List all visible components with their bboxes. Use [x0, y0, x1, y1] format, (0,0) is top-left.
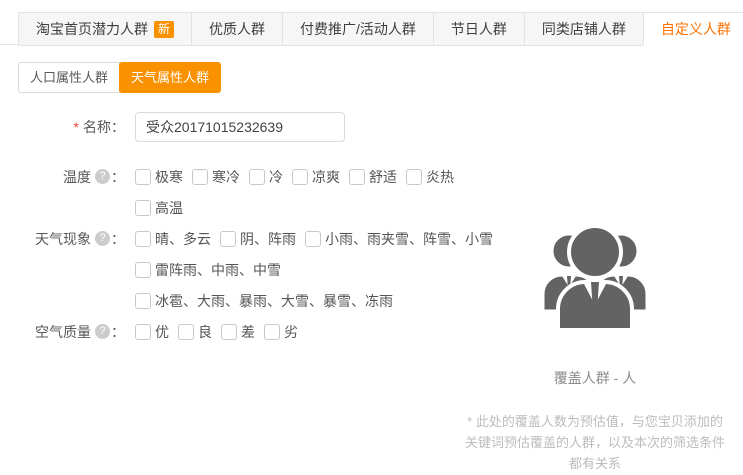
checkbox-label: 炎热	[426, 167, 454, 187]
checkbox[interactable]	[292, 169, 308, 185]
colon: ：	[111, 229, 125, 249]
checkbox-option[interactable]: 劣	[264, 322, 298, 342]
checkbox[interactable]	[349, 169, 365, 185]
checkbox-option[interactable]: 晴、多云	[135, 229, 211, 249]
colon: ：	[111, 322, 125, 342]
tab-label: 同类店铺人群	[542, 19, 626, 39]
help-icon[interactable]: ?	[95, 231, 110, 246]
name-row: * 名称 ：	[18, 112, 743, 142]
checkbox-label: 寒冷	[212, 167, 240, 187]
checkbox-row: 冰雹、大雨、暴雨、大雪、暴雪、冻雨	[135, 291, 402, 311]
checkbox-label: 良	[198, 322, 212, 342]
checkbox-label: 舒适	[369, 167, 397, 187]
tab-bar: 淘宝首页潜力人群新优质人群付费推广/活动人群节日人群同类店铺人群自定义人群	[0, 12, 743, 45]
checkbox-option[interactable]: 寒冷	[192, 167, 240, 187]
checkbox-option[interactable]: 极寒	[135, 167, 183, 187]
checkbox[interactable]	[135, 262, 151, 278]
help-icon[interactable]: ?	[95, 169, 110, 184]
checkbox-label: 雷阵雨、中雨、中雪	[155, 260, 281, 280]
checkbox-label: 阴、阵雨	[240, 229, 296, 249]
colon: ：	[111, 117, 125, 137]
group-label-text: 温度	[63, 167, 91, 187]
subtab-bar: 人口属性人群天气属性人群	[18, 62, 743, 93]
tab-festival-audience[interactable]: 节日人群	[433, 12, 525, 46]
checkbox-label: 劣	[284, 322, 298, 342]
tab-paid-promo-activity[interactable]: 付费推广/活动人群	[282, 12, 434, 46]
tab-label: 优质人群	[209, 19, 265, 39]
note-line: 关键词预估覆盖的人群，以及本次的筛选条件	[450, 432, 740, 453]
coverage-summary: 覆盖人群 - 人 * 此处的覆盖人数为预估值，与您宝贝添加的关键词预估覆盖的人群…	[450, 212, 740, 474]
checkbox[interactable]	[135, 231, 151, 247]
audience-name-input[interactable]	[135, 112, 345, 142]
checkbox-option[interactable]: 炎热	[406, 167, 454, 187]
checkbox-option[interactable]: 雷阵雨、中雨、中雪	[135, 260, 281, 280]
checkbox[interactable]	[264, 324, 280, 340]
group-label-text: 天气现象	[35, 229, 91, 249]
coverage-note: * 此处的覆盖人数为预估值，与您宝贝添加的关键词预估覆盖的人群，以及本次的筛选条…	[450, 411, 740, 474]
checkbox-label: 优	[155, 322, 169, 342]
checkbox-label: 冰雹、大雨、暴雨、大雪、暴雪、冻雨	[155, 291, 393, 311]
checkbox-label: 凉爽	[312, 167, 340, 187]
group-label: 天气现象?：	[18, 229, 125, 249]
note-line: 都有关系	[450, 453, 740, 474]
checkbox[interactable]	[249, 169, 265, 185]
checkbox[interactable]	[135, 169, 151, 185]
checkbox-label: 晴、多云	[155, 229, 211, 249]
checkbox-row: 高温	[135, 198, 192, 218]
checkbox-option[interactable]: 优	[135, 322, 169, 342]
checkbox[interactable]	[192, 169, 208, 185]
checkbox-option[interactable]: 差	[221, 322, 255, 342]
new-badge: 新	[154, 21, 174, 38]
checkbox-option[interactable]: 凉爽	[292, 167, 340, 187]
checkbox-option[interactable]: 冷	[249, 167, 283, 187]
tab-taobao-home-potential[interactable]: 淘宝首页潜力人群新	[18, 12, 192, 46]
subtab-demographic-audience[interactable]: 人口属性人群	[18, 62, 120, 93]
name-label: * 名称 ：	[18, 117, 125, 137]
checkbox[interactable]	[406, 169, 422, 185]
required-asterisk: *	[74, 119, 79, 135]
tab-similar-shop-audience[interactable]: 同类店铺人群	[524, 12, 644, 46]
tab-premium-audience[interactable]: 优质人群	[191, 12, 283, 46]
colon: ：	[111, 167, 125, 187]
checkbox-row: 晴、多云阴、阵雨小雨、雨夹雪、阵雪、小雪	[135, 229, 502, 249]
checkbox-option[interactable]: 良	[178, 322, 212, 342]
help-icon[interactable]: ?	[95, 324, 110, 339]
checkbox[interactable]	[220, 231, 236, 247]
checkbox-option[interactable]: 高温	[135, 198, 183, 218]
people-group-icon	[529, 212, 661, 328]
note-line: * 此处的覆盖人数为预估值，与您宝贝添加的	[450, 411, 740, 432]
tab-label: 节日人群	[451, 19, 507, 39]
checkbox-label: 极寒	[155, 167, 183, 187]
checkbox-label: 高温	[155, 198, 183, 218]
checkbox[interactable]	[178, 324, 194, 340]
tab-label: 付费推广/活动人群	[300, 19, 416, 39]
checkbox[interactable]	[135, 324, 151, 340]
checkbox-row: 雷阵雨、中雨、中雪	[135, 260, 290, 280]
checkbox-row: 极寒 寒冷 冷 凉爽 舒适 炎热	[135, 167, 463, 187]
name-label-text: 名称	[83, 117, 111, 137]
checkbox-row: 优良差劣	[135, 322, 307, 342]
subtab-weather-audience[interactable]: 天气属性人群	[119, 62, 221, 93]
checkbox[interactable]	[135, 293, 151, 309]
coverage-count: 覆盖人群 - 人	[450, 368, 740, 388]
group-label: 空气质量?：	[18, 322, 125, 342]
checkbox-option[interactable]: 冰雹、大雨、暴雨、大雪、暴雪、冻雨	[135, 291, 393, 311]
checkbox[interactable]	[305, 231, 321, 247]
checkbox-label: 冷	[269, 167, 283, 187]
group-label: 温度?：	[18, 167, 125, 187]
group-line: 温度?： 极寒 寒冷 冷 凉爽 舒适 炎热	[18, 161, 743, 192]
tab-custom-audience[interactable]: 自定义人群	[643, 12, 743, 46]
tab-label: 自定义人群	[661, 19, 731, 39]
checkbox-option[interactable]: 舒适	[349, 167, 397, 187]
checkbox[interactable]	[221, 324, 237, 340]
group-label-text: 空气质量	[35, 322, 91, 342]
checkbox[interactable]	[135, 200, 151, 216]
tab-label: 淘宝首页潜力人群	[36, 19, 148, 39]
checkbox-option[interactable]: 阴、阵雨	[220, 229, 296, 249]
checkbox-label: 差	[241, 322, 255, 342]
